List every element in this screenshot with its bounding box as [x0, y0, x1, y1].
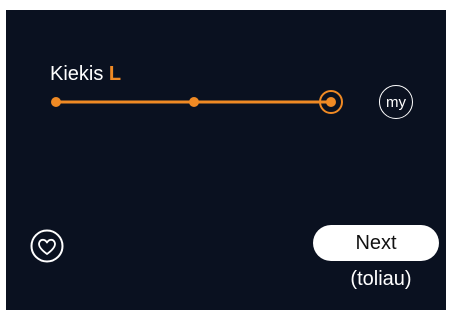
heart-icon[interactable]: [30, 229, 64, 263]
slider-step-3[interactable]: [326, 97, 336, 107]
next-button-label: Next: [355, 231, 397, 254]
slider-step-2[interactable]: [189, 97, 199, 107]
slider-step-1[interactable]: [51, 97, 61, 107]
setting-label-text: Kiekis: [50, 63, 104, 85]
screen: Kiekis L my Next (toliau): [6, 10, 446, 310]
setting-label: Kiekis L: [50, 62, 121, 86]
my-button[interactable]: my: [379, 85, 413, 119]
quantity-slider[interactable]: [44, 87, 356, 117]
next-button[interactable]: Next: [313, 225, 439, 261]
setting-value: L: [108, 63, 122, 85]
my-button-label: my: [386, 93, 406, 111]
next-sublabel: (toliau): [350, 268, 412, 290]
